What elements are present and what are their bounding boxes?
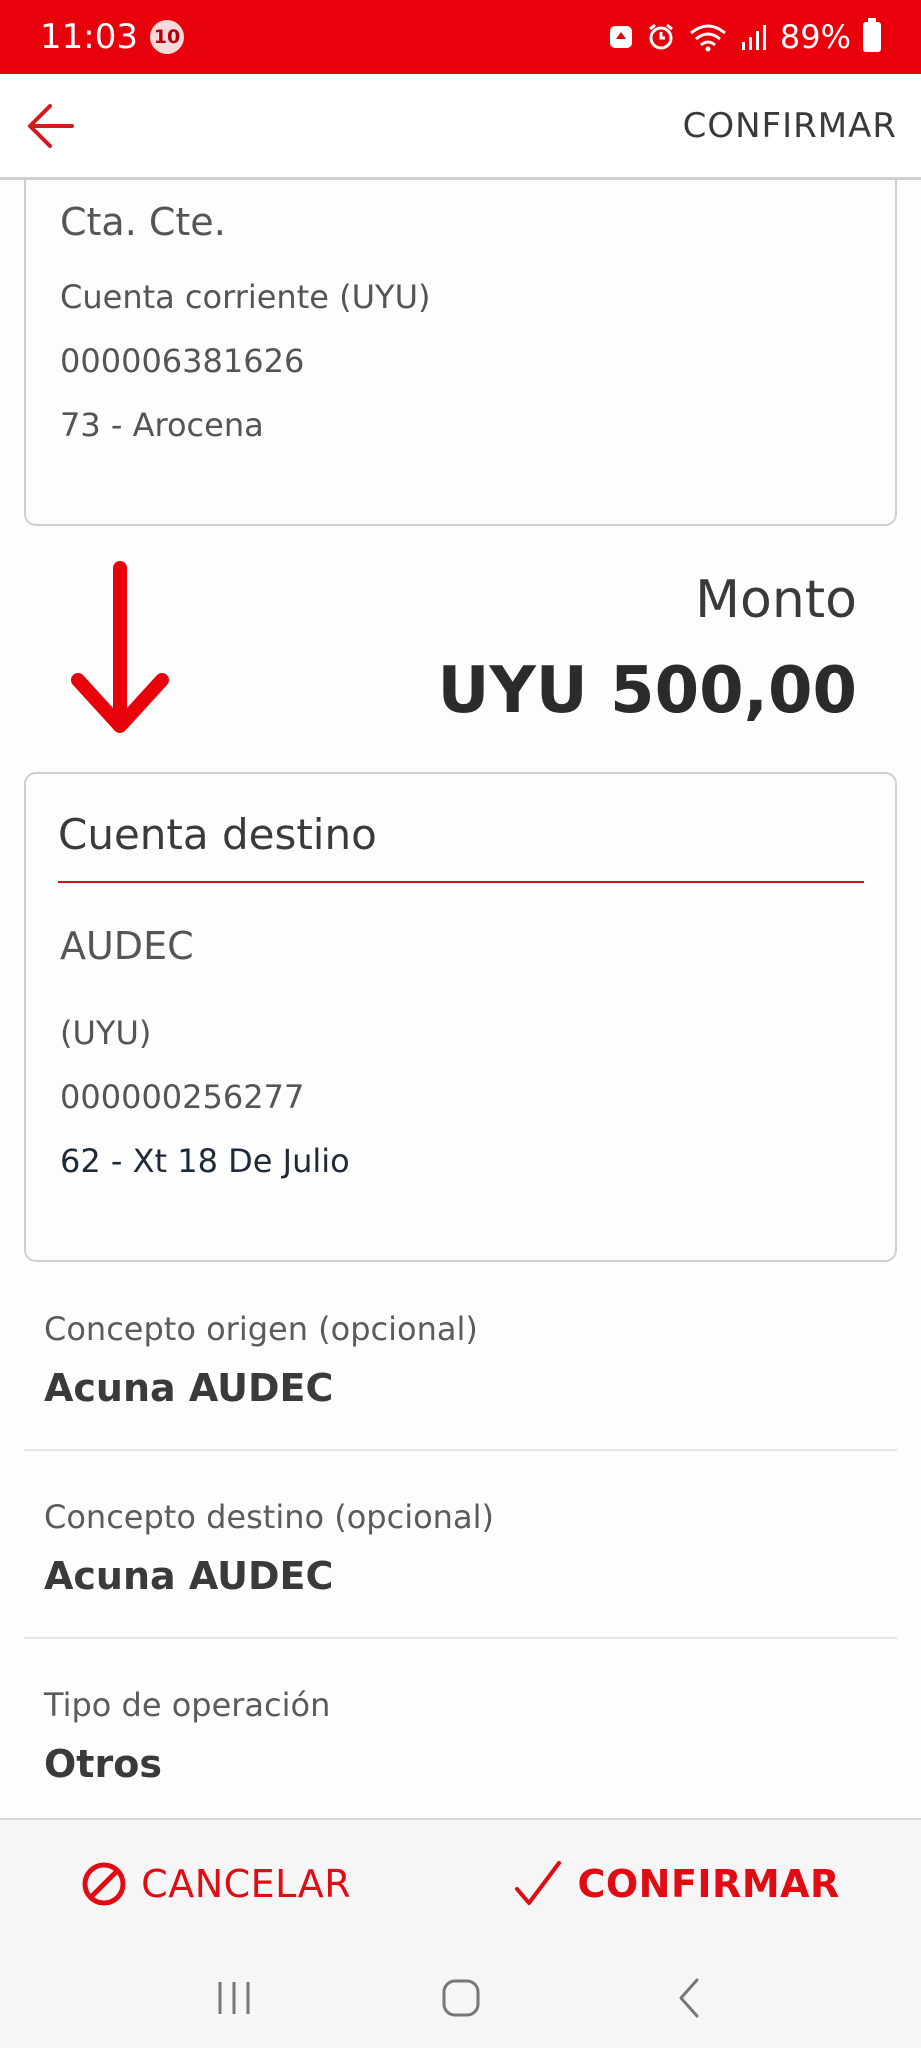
battery-icon [863,18,881,52]
signal-icon [740,22,768,52]
cancel-label: CANCELAR [141,1862,352,1906]
amount-value: UYU 500,00 [437,654,857,728]
destination-account-currency: (UYU) [60,1014,152,1052]
home-icon [442,1979,479,2017]
cancel-button[interactable]: CANCELAR [81,1861,351,1907]
arrow-down-icon [71,561,169,733]
origin-account-type: Cuenta corriente (UYU) [60,278,431,316]
destination-account-name: AUDEC [60,924,194,968]
action-bar: CANCELAR CONFIRMAR [0,1818,921,1948]
recent-apps-button[interactable] [194,1968,274,2028]
field-label: Concepto origen (opcional) [44,1310,478,1348]
notification-count-badge: 10 [149,20,184,54]
system-nav-bar [0,1948,921,2048]
chevron-left-icon [679,1978,698,2018]
field-label: Tipo de operación [44,1686,331,1724]
appbar-confirm-button[interactable]: CONFIRMAR [683,106,897,146]
destination-account-number: 000000256277 [60,1078,305,1116]
checkmark-icon [515,1861,562,1905]
origin-account-card: Cta. Cte. Cuenta corriente (UYU) 0000063… [24,150,897,526]
amount-label: Monto [695,570,857,630]
origin-account-name: Cta. Cte. [60,200,226,244]
alarm-icon [646,22,676,52]
confirm-label: CONFIRMAR [577,1862,840,1906]
destination-header: Cuenta destino [58,810,864,883]
status-bar: 11:03 10 89% [0,0,921,74]
battery-percent: 89% [779,18,851,56]
field-concepto-destino[interactable]: Concepto destino (opcional) Acuna AUDEC [24,1490,897,1640]
destination-account-branch: 62 - Xt 18 De Julio [60,1142,350,1180]
field-tipo-operacion[interactable]: Tipo de operación Otros [24,1678,897,1818]
back-button[interactable] [20,96,80,156]
recent-apps-icon [218,1982,249,2014]
origin-account-branch: 73 - Arocena [60,406,264,444]
divider [24,1637,897,1639]
origin-account-number: 000006381626 [60,342,305,380]
status-right: 89% [608,18,881,56]
status-time: 11:03 [40,17,138,57]
divider [24,1449,897,1451]
app-bar: CONFIRMAR [0,74,921,180]
system-back-button[interactable] [648,1968,728,2028]
field-value: Acuna AUDEC [44,1366,334,1410]
back-arrow-icon [28,103,74,148]
confirm-button[interactable]: CONFIRMAR [513,1859,839,1909]
status-left: 11:03 10 [40,17,184,57]
field-concepto-origen[interactable]: Concepto origen (opcional) Acuna AUDEC [24,1300,897,1450]
recycle-icon [608,24,634,50]
field-label: Concepto destino (opcional) [44,1498,494,1536]
field-value: Otros [44,1742,162,1786]
home-button[interactable] [421,1968,501,2028]
cancel-icon [82,1862,126,1906]
wifi-icon [688,22,728,52]
field-value: Acuna AUDEC [44,1554,334,1598]
destination-account-card: Cuenta destino AUDEC (UYU) 000000256277 … [24,772,897,1262]
